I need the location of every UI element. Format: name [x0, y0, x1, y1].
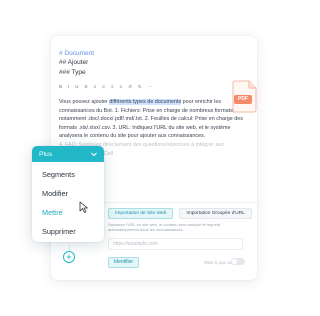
dropdown-menu: Segments Modifier Mettre Supprimer [32, 162, 104, 241]
import-hint: Saisissez l'URL du site web, le contenu … [108, 222, 221, 232]
align-left-button[interactable]: ≡ [94, 84, 97, 90]
ordered-list-button[interactable]: ≡ [119, 84, 122, 90]
tab-website-import[interactable]: Importation de Site Web [108, 208, 174, 219]
format-toolbar: B I U S ≡ ≡ ≡ ≡ ↺ ↻ ⋯ [59, 81, 249, 93]
more-actions-dropdown: Plus Segments Modifier Mettre Supprimer [32, 146, 104, 242]
align-center-button[interactable]: ≡ [102, 84, 105, 90]
menu-item-mettre[interactable]: Mettre [32, 203, 104, 222]
strike-button[interactable]: S [85, 84, 88, 90]
menu-item-supprimer[interactable]: Supprimer [32, 222, 104, 241]
menu-item-modifier[interactable]: Modifier [32, 184, 104, 203]
redo-button[interactable]: ↻ [138, 84, 142, 90]
identify-button[interactable]: Identifier [108, 257, 139, 268]
doc-tag: # Document [59, 50, 95, 57]
tab-bulk-url-import[interactable]: Importation Groupée d'URL [179, 208, 252, 219]
dropdown-header[interactable]: Plus [32, 146, 104, 162]
heading-type: ### Type [59, 69, 86, 76]
pdf-badge: PDF [234, 95, 252, 104]
plus-circle-icon[interactable] [63, 251, 75, 263]
underline-button[interactable]: U [75, 84, 78, 90]
document-paragraph: Vous pouvez ajouter différents types de … [59, 98, 247, 141]
italic-button[interactable]: I [68, 84, 69, 90]
menu-item-segments[interactable]: Segments [32, 165, 104, 184]
toggle-knob [232, 259, 237, 264]
dropdown-title: Plus [39, 150, 53, 158]
document-editor[interactable]: # Document ## Ajouter ### Type B I U S ≡… [51, 36, 257, 158]
paragraph-start: Vous pouvez ajouter [59, 99, 110, 105]
list-button[interactable]: ≡ [111, 84, 114, 90]
more-button[interactable]: ⋯ [148, 84, 153, 90]
import-tabs: Importation de Site Web Importation Grou… [108, 208, 252, 219]
url-input[interactable]: https://example.com [108, 238, 243, 250]
undo-button[interactable]: ↺ [128, 84, 132, 90]
highlighted-text: différents types de documents [109, 99, 182, 105]
chevron-down-icon [91, 152, 97, 157]
auto-update-toggle[interactable] [231, 258, 245, 265]
mouse-pointer-icon [79, 201, 88, 213]
paragraph-end: pour enrichir les connaissances du Bot. … [59, 99, 243, 140]
bold-button[interactable]: B [59, 84, 62, 90]
heading-ajouter: ## Ajouter [59, 59, 89, 66]
